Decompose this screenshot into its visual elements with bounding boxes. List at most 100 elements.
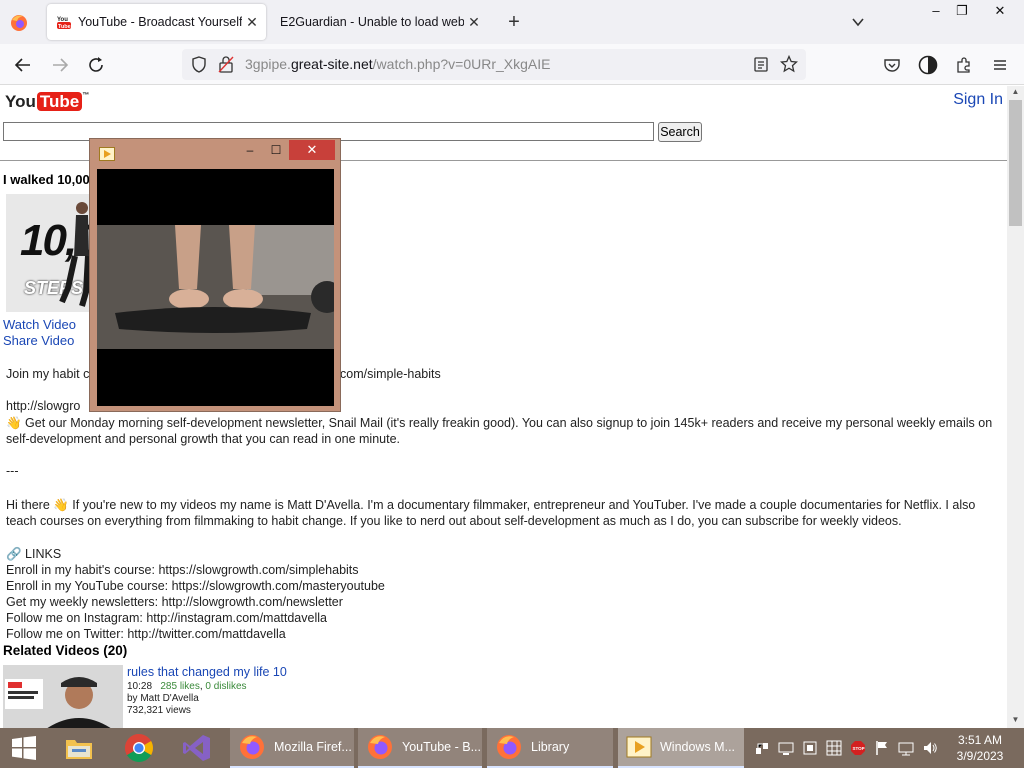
description-line: 🔗 LINKS (6, 547, 62, 561)
taskbar-app-windows-media-player[interactable]: Windows M... (618, 728, 744, 768)
logo-tube: Tube (36, 92, 83, 111)
network-monitor-icon[interactable] (898, 740, 914, 756)
firefox-view-icon[interactable] (8, 12, 30, 34)
description-paragraph: 👋 Get our Monday morning self-developmen… (6, 416, 993, 446)
description-line: Join my habit c (6, 367, 90, 381)
description-line: Enroll in my YouTube course: https://slo… (6, 579, 385, 593)
app-tray-icon[interactable] (802, 740, 818, 756)
clock-date: 3/9/2023 (956, 749, 1004, 763)
related-video-stats: 10:28 285 likes, 0 dislikes (127, 681, 247, 692)
svg-text:Tube: Tube (58, 24, 71, 30)
minimize-player-icon[interactable]: – (240, 140, 260, 160)
tab-e2guardian[interactable]: E2Guardian - Unable to load website ✕ (268, 4, 488, 40)
firefox-icon (368, 735, 392, 759)
video-screen[interactable] (97, 169, 334, 406)
description-line: --- (6, 464, 19, 478)
url-prefix: 3gpipe. (245, 56, 291, 72)
video-frame-image (97, 225, 334, 349)
taskbar-app-library[interactable]: Library (487, 728, 613, 768)
description-paragraph: Hi there 👋 If you're new to my videos my… (6, 498, 976, 528)
related-videos-heading: Related Videos (20) (3, 643, 128, 658)
close-player-icon[interactable]: ✕ (289, 140, 335, 160)
watch-video-link[interactable]: Watch Video (3, 317, 76, 332)
video-frame (97, 225, 334, 349)
taskbar-app-label: Mozilla Firef... (274, 740, 352, 754)
file-explorer-button[interactable] (58, 728, 100, 768)
back-button[interactable] (11, 53, 35, 77)
taskbar-app-firefox[interactable]: Mozilla Firef... (230, 728, 354, 768)
svg-text:STOP: STOP (853, 746, 865, 751)
start-button[interactable] (0, 728, 48, 768)
hamburger-menu-icon (994, 60, 1006, 70)
new-tab-icon[interactable]: + (504, 12, 524, 32)
account-button[interactable] (916, 53, 940, 77)
chrome-icon (125, 734, 153, 762)
restore-window-icon[interactable]: ❐ (946, 0, 978, 22)
shield-icon[interactable] (191, 56, 207, 73)
media-player-window[interactable]: – ☐ ✕ (89, 138, 341, 412)
menu-button[interactable] (988, 53, 1012, 77)
visual-studio-button[interactable] (176, 728, 218, 768)
pocket-icon (884, 59, 900, 72)
tab-title: E2Guardian - Unable to load website (280, 15, 464, 29)
speaker-icon[interactable] (922, 740, 938, 756)
maximize-player-icon[interactable]: ☐ (266, 140, 286, 160)
chevron-down-icon[interactable] (850, 14, 866, 30)
description-line: Get my weekly newsletters: http://slowgr… (6, 595, 343, 609)
insecure-lock-icon[interactable] (218, 56, 234, 73)
taskbar: Mozilla Firef... YouTube - B... Library … (0, 728, 1024, 768)
description-line: http://slowgro (6, 399, 81, 413)
description-line: com/simple-habits (340, 367, 441, 381)
folder-icon (66, 740, 92, 759)
flag-icon[interactable] (874, 740, 890, 756)
stop-sign-icon[interactable]: STOP (850, 740, 866, 756)
tab-youtube[interactable]: You Tube YouTube - Broadcast Yourself. ✕ (47, 4, 266, 40)
description-line: Follow me on Twitter: http://twitter.com… (6, 627, 286, 641)
related-thumbnail-image (3, 665, 123, 728)
url-text: 3gpipe.great-site.net/watch.php?v=0URr_X… (245, 56, 550, 72)
description-line: Enroll in my habit's course: https://slo… (6, 563, 359, 577)
arrow-right-icon (53, 58, 69, 72)
arrow-left-icon (14, 58, 30, 72)
remote-desktop-tray-icon[interactable] (778, 740, 794, 756)
pocket-button[interactable] (880, 53, 904, 77)
related-video-author: by Matt D'Avella (127, 693, 199, 704)
related-video-title[interactable]: rules that changed my life 10 (127, 665, 287, 679)
scroll-up-icon[interactable]: ▲ (1007, 86, 1024, 98)
grid-tray-icon[interactable] (826, 740, 842, 756)
forward-button[interactable] (48, 53, 72, 77)
related-dislikes: 0 dislikes (205, 681, 247, 692)
account-circle-icon (918, 55, 938, 75)
reload-button[interactable] (84, 53, 108, 77)
related-likes: 285 likes (160, 681, 200, 692)
video-title: I walked 10,00 (3, 172, 90, 187)
bookmark-star-icon[interactable] (780, 55, 798, 73)
related-video-thumbnail[interactable] (3, 665, 123, 728)
url-host: great-site.net (290, 56, 373, 72)
youtube-logo[interactable]: You Tube ™ (5, 92, 89, 112)
extensions-button[interactable] (952, 53, 976, 77)
network-tray-icon[interactable] (754, 740, 770, 756)
related-video-views: 732,321 views (127, 705, 191, 716)
url-path: /watch.php?v=0URr_XkgAIE (372, 56, 551, 72)
vertical-scrollbar[interactable]: ▲ ▼ (1007, 86, 1024, 728)
chrome-button[interactable] (118, 728, 160, 768)
firefox-icon (497, 735, 521, 759)
related-duration: 10:28 (127, 681, 153, 692)
taskbar-app-youtube[interactable]: YouTube - B... (358, 728, 482, 768)
scroll-down-icon[interactable]: ▼ (1007, 714, 1024, 726)
close-window-icon[interactable]: ✕ (984, 0, 1016, 22)
reader-view-icon[interactable] (753, 56, 769, 73)
navigation-toolbar: 3gpipe.great-site.net/watch.php?v=0URr_X… (0, 44, 1024, 85)
scrollbar-thumb[interactable] (1009, 100, 1022, 226)
media-player-icon (626, 736, 652, 758)
video-thumbnail[interactable]: 10,0 STEPS (6, 194, 96, 312)
share-video-link[interactable]: Share Video (3, 333, 74, 348)
close-tab-icon[interactable]: ✕ (242, 14, 262, 31)
taskbar-app-label: YouTube - B... (402, 740, 481, 754)
close-tab-icon[interactable]: ✕ (464, 14, 484, 31)
system-clock[interactable]: 3:51 AM 3/9/2023 (950, 732, 1010, 764)
search-button[interactable]: Search (658, 122, 702, 142)
address-bar[interactable]: 3gpipe.great-site.net/watch.php?v=0URr_X… (182, 49, 806, 80)
sign-in-link[interactable]: Sign In (953, 91, 1003, 109)
